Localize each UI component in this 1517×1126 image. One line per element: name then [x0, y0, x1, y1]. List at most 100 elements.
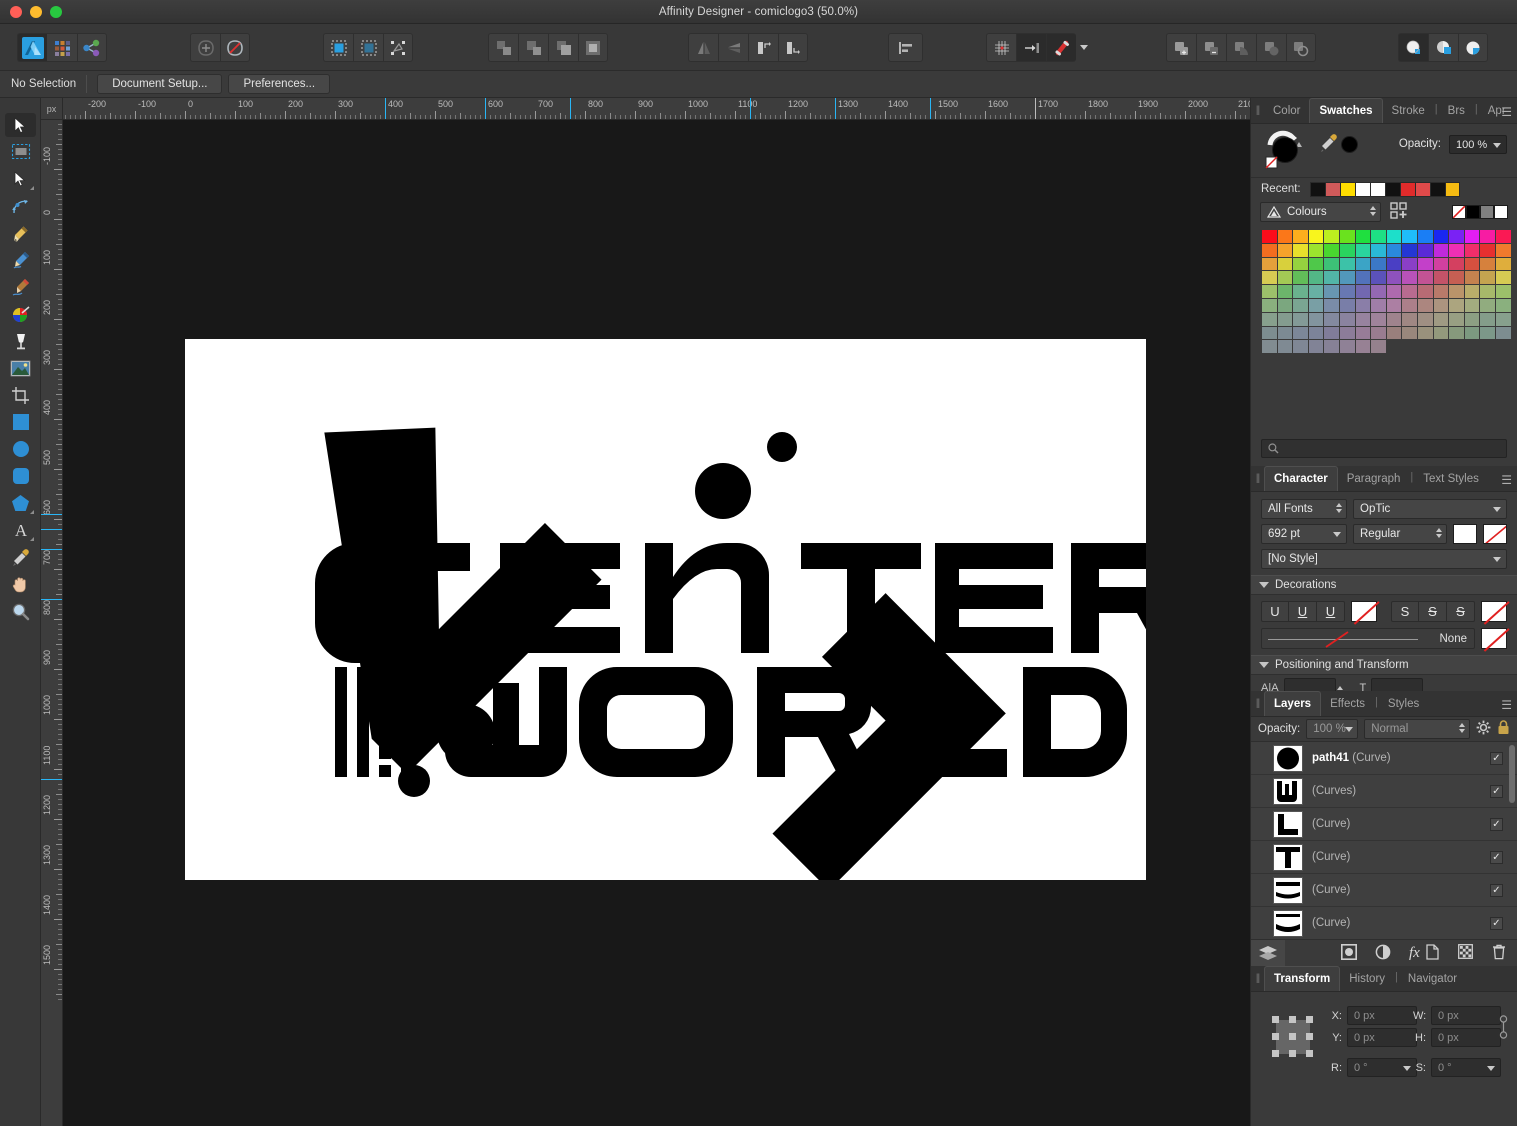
- kerning-field[interactable]: [1283, 678, 1336, 692]
- palette-swatch[interactable]: [1464, 298, 1480, 312]
- palette-swatch[interactable]: [1339, 340, 1355, 354]
- swatch-white[interactable]: [1494, 205, 1508, 219]
- tab-paragraph[interactable]: Paragraph: [1338, 466, 1410, 491]
- palette-swatch[interactable]: [1324, 298, 1339, 312]
- palette-swatch[interactable]: [1449, 326, 1464, 340]
- ellipse-tool[interactable]: [5, 437, 36, 461]
- blend-mode-stepper[interactable]: [1459, 723, 1465, 734]
- palette-grid[interactable]: [1262, 230, 1517, 354]
- layer-row[interactable]: (Curve) ✓: [1251, 841, 1517, 875]
- panel-grip-icon[interactable]: ||: [1251, 965, 1264, 991]
- layers-opacity-dropdown[interactable]: 100 %: [1306, 719, 1359, 740]
- palette-swatch[interactable]: [1262, 271, 1277, 285]
- draw-persona-icon[interactable]: [1398, 33, 1428, 62]
- palette-swatch[interactable]: [1293, 257, 1308, 271]
- palette-swatch[interactable]: [1355, 312, 1371, 326]
- tab-brushes[interactable]: Brs: [1439, 98, 1474, 123]
- artboard-tool[interactable]: [5, 140, 36, 164]
- palette-swatch[interactable]: [1417, 326, 1433, 340]
- chevron-down-icon[interactable]: [1493, 143, 1501, 148]
- blend-mode-dropdown[interactable]: Normal: [1364, 719, 1470, 740]
- palette-swatch[interactable]: [1480, 298, 1495, 312]
- layer-row[interactable]: (Curves) ✓: [1251, 775, 1517, 809]
- tab-layers[interactable]: Layers: [1264, 691, 1322, 717]
- positioning-transform-section-header[interactable]: Positioning and Transform: [1251, 655, 1517, 676]
- palette-swatch[interactable]: [1324, 340, 1339, 354]
- transparency-tool[interactable]: [5, 329, 36, 353]
- font-filter-stepper[interactable]: [1336, 503, 1342, 514]
- palette-swatch[interactable]: [1417, 285, 1433, 298]
- palette-swatch[interactable]: [1480, 243, 1495, 257]
- tab-history[interactable]: History: [1340, 966, 1394, 991]
- palette-dropdown[interactable]: Colours: [1260, 202, 1381, 222]
- pencil-tool[interactable]: [5, 248, 36, 272]
- add-palette-icon[interactable]: [1389, 201, 1408, 223]
- export-persona-icon[interactable]: [1458, 33, 1488, 62]
- palette-swatch[interactable]: [1402, 326, 1417, 340]
- opacity-input[interactable]: 100 %: [1449, 135, 1507, 154]
- chevron-down-icon[interactable]: [1403, 1066, 1411, 1072]
- palette-swatch[interactable]: [1262, 340, 1277, 354]
- layers-scrollbar[interactable]: [1509, 745, 1515, 804]
- gear-icon[interactable]: [1476, 720, 1491, 738]
- palette-swatch[interactable]: [1433, 285, 1449, 298]
- palette-swatch[interactable]: [1339, 298, 1355, 312]
- tab-effects[interactable]: Effects: [1321, 691, 1374, 716]
- h-field[interactable]: 0 px: [1431, 1028, 1501, 1048]
- palette-swatch[interactable]: [1464, 312, 1480, 326]
- palette-swatch[interactable]: [1371, 340, 1386, 354]
- palette-swatch[interactable]: [1449, 285, 1464, 298]
- strikethrough-button[interactable]: S: [1391, 601, 1419, 623]
- w-field[interactable]: 0 px: [1431, 1006, 1501, 1026]
- document-setup-button[interactable]: Document Setup...: [97, 74, 223, 94]
- palette-swatch[interactable]: [1277, 326, 1293, 340]
- palette-swatch[interactable]: [1371, 298, 1386, 312]
- palette-swatch[interactable]: [1355, 257, 1371, 271]
- palette-swatch[interactable]: [1495, 257, 1511, 271]
- crop-tool[interactable]: [5, 383, 36, 407]
- palette-swatch[interactable]: [1480, 326, 1495, 340]
- decorations-section-header[interactable]: Decorations: [1251, 575, 1517, 596]
- color-picker-tool[interactable]: [5, 545, 36, 569]
- palette-swatch[interactable]: [1339, 271, 1355, 285]
- layer-visibility-checkbox[interactable]: ✓: [1490, 883, 1503, 897]
- palette-swatch[interactable]: [1417, 257, 1433, 271]
- palette-swatch[interactable]: [1402, 243, 1417, 257]
- chevron-down-icon[interactable]: [1345, 727, 1354, 733]
- canvas-area[interactable]: [63, 120, 1250, 1126]
- ruler-guide[interactable]: [750, 98, 751, 119]
- recent-swatch[interactable]: [1339, 181, 1355, 197]
- font-filter-dropdown[interactable]: All Fonts: [1261, 499, 1347, 520]
- palette-swatch[interactable]: [1308, 257, 1324, 271]
- boolean-intersect-icon[interactable]: [1226, 33, 1256, 62]
- hand-tool[interactable]: [5, 572, 36, 596]
- snapping-dropdown-icon[interactable]: [1076, 33, 1092, 62]
- underline-double-button[interactable]: U: [1317, 601, 1345, 623]
- ruler-guide[interactable]: [41, 549, 62, 550]
- new-pixel-layer-icon[interactable]: [1458, 944, 1473, 962]
- palette-swatch[interactable]: [1495, 271, 1511, 285]
- palette-swatch[interactable]: [1449, 243, 1464, 257]
- palette-swatch[interactable]: [1262, 285, 1277, 298]
- palette-swatch[interactable]: [1293, 271, 1308, 285]
- palette-swatch[interactable]: [1262, 312, 1277, 326]
- strikethrough-colour-swatch[interactable]: [1481, 601, 1507, 623]
- palette-stepper[interactable]: [1370, 206, 1376, 216]
- layer-row[interactable]: (Curve) ✓: [1251, 907, 1517, 940]
- palette-swatch[interactable]: [1371, 230, 1386, 243]
- palette-swatch[interactable]: [1417, 271, 1433, 285]
- layer-visibility-checkbox[interactable]: ✓: [1490, 916, 1503, 930]
- flip-vertical-icon[interactable]: [718, 33, 748, 62]
- palette-swatch[interactable]: [1308, 285, 1324, 298]
- palette-swatch[interactable]: [1464, 326, 1480, 340]
- palette-swatch[interactable]: [1277, 298, 1293, 312]
- palette-swatch[interactable]: [1433, 326, 1449, 340]
- rotate-right-icon[interactable]: [778, 33, 808, 62]
- arrange-forward-icon[interactable]: [548, 33, 578, 62]
- palette-swatch[interactable]: [1386, 257, 1402, 271]
- font-weight-stepper[interactable]: [1436, 528, 1442, 539]
- palette-swatch[interactable]: [1339, 312, 1355, 326]
- palette-swatch[interactable]: [1324, 243, 1339, 257]
- magnet-snap-icon[interactable]: [1046, 33, 1076, 62]
- palette-swatch[interactable]: [1308, 230, 1324, 243]
